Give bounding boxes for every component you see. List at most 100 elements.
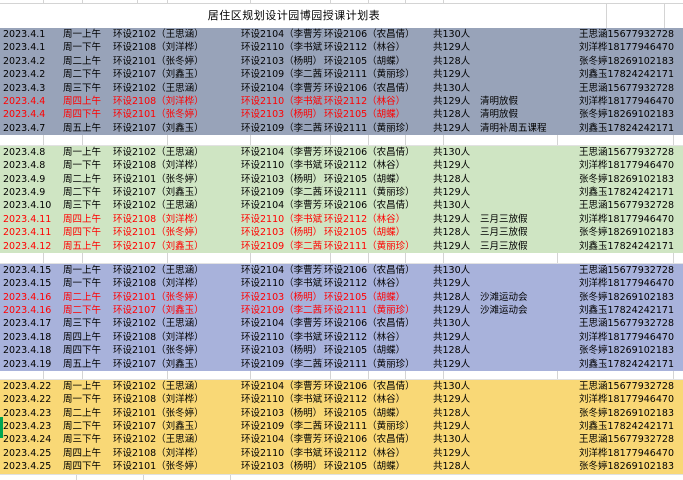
note-cell[interactable]	[479, 159, 578, 172]
day-period-cell[interactable]: 周四下午	[60, 460, 112, 473]
class-group-3-cell[interactable]: 环设2112（林谷）	[323, 159, 432, 172]
date-cell[interactable]: 2023.4.16	[0, 291, 60, 304]
student-count-cell[interactable]: 共129人	[432, 159, 479, 172]
class-group-1-cell[interactable]: 环设2108（刘洋桦）	[112, 213, 240, 226]
class-group-3-cell[interactable]: 环设2112（林谷）	[323, 447, 432, 460]
date-cell[interactable]: 2023.4.19	[0, 358, 60, 371]
class-group-2-cell[interactable]: 环设2110（李书斌）	[240, 159, 323, 172]
date-cell[interactable]: 2023.4.1	[0, 28, 60, 41]
contact-phone-cell[interactable]: 刘洋桦18177946470	[578, 213, 683, 226]
contact-phone-cell[interactable]: 刘鑫玉17824242171	[578, 358, 683, 371]
class-group-1-cell[interactable]: 环设2107（刘鑫玉）	[112, 240, 240, 253]
student-count-cell[interactable]: 共129人	[432, 447, 479, 460]
contact-phone-cell[interactable]: 张冬婷18269102183	[578, 226, 683, 239]
class-group-2-cell[interactable]: 环设2104（李曹芳）	[240, 199, 323, 212]
day-period-cell[interactable]: 周一下午	[60, 277, 112, 290]
date-cell[interactable]: 2023.4.4	[0, 108, 60, 121]
contact-phone-cell[interactable]: 刘洋桦18177946470	[578, 277, 683, 290]
contact-phone-cell[interactable]: 刘鑫玉17824242171	[578, 304, 683, 317]
class-group-1-cell[interactable]: 环设2102（王思涵）	[112, 28, 240, 41]
note-cell[interactable]	[479, 277, 578, 290]
class-group-1-cell[interactable]: 环设2107（刘鑫玉）	[112, 68, 240, 81]
note-cell[interactable]: 三月三放假	[479, 213, 578, 226]
class-group-2-cell[interactable]: 环设2109（李二茜）	[240, 358, 323, 371]
student-count-cell[interactable]: 共129人	[432, 186, 479, 199]
student-count-cell[interactable]: 共130人	[432, 146, 479, 159]
class-group-1-cell[interactable]: 环设2107（刘鑫玉）	[112, 420, 240, 433]
class-group-2-cell[interactable]: 环设2109（李二茜）	[240, 304, 323, 317]
contact-phone-cell[interactable]: 王思涵15677932728	[578, 28, 683, 41]
student-count-cell[interactable]: 共130人	[432, 380, 479, 393]
class-group-1-cell[interactable]: 环设2102（王思涵）	[112, 82, 240, 95]
contact-phone-cell[interactable]: 王思涵15677932728	[578, 317, 683, 330]
contact-phone-cell[interactable]: 刘洋桦18177946470	[578, 447, 683, 460]
contact-phone-cell[interactable]: 张冬婷18269102183	[578, 55, 683, 68]
class-group-3-cell[interactable]: 环设2105（胡蝶）	[323, 108, 432, 121]
note-cell[interactable]	[479, 358, 578, 371]
contact-phone-cell[interactable]: 刘洋桦18177946470	[578, 159, 683, 172]
class-group-1-cell[interactable]: 环设2101（张冬婷）	[112, 291, 240, 304]
note-cell[interactable]: 沙滩运动会	[479, 304, 578, 317]
student-count-cell[interactable]: 共129人	[432, 68, 479, 81]
date-cell[interactable]: 2023.4.18	[0, 331, 60, 344]
class-group-3-cell[interactable]: 环设2105（胡蝶）	[323, 55, 432, 68]
date-cell[interactable]: 2023.4.11	[0, 213, 60, 226]
date-cell[interactable]: 2023.4.25	[0, 460, 60, 473]
note-cell[interactable]	[479, 447, 578, 460]
day-period-cell[interactable]: 周一上午	[60, 264, 112, 277]
note-cell[interactable]: 三月三放假	[479, 226, 578, 239]
date-cell[interactable]: 2023.4.1	[0, 41, 60, 54]
note-cell[interactable]	[479, 41, 578, 54]
class-group-2-cell[interactable]: 环设2103（杨明）	[240, 55, 323, 68]
student-count-cell[interactable]: 共130人	[432, 433, 479, 446]
class-group-3-cell[interactable]: 环设2111（黄丽珍）	[323, 420, 432, 433]
class-group-1-cell[interactable]: 环设2101（张冬婷）	[112, 108, 240, 121]
class-group-3-cell[interactable]: 环设2111（黄丽珍）	[323, 240, 432, 253]
student-count-cell[interactable]: 共130人	[432, 317, 479, 330]
contact-phone-cell[interactable]: 王思涵15677932728	[578, 146, 683, 159]
note-cell[interactable]	[479, 199, 578, 212]
class-group-2-cell[interactable]: 环设2110（李书斌）	[240, 95, 323, 108]
note-cell[interactable]: 三月三放假	[479, 240, 578, 253]
note-cell[interactable]: 清明放假	[479, 108, 578, 121]
note-cell[interactable]	[479, 433, 578, 446]
note-cell[interactable]	[479, 173, 578, 186]
date-cell[interactable]: 2023.4.4	[0, 95, 60, 108]
note-cell[interactable]	[479, 82, 578, 95]
date-cell[interactable]: 2023.4.7	[0, 122, 60, 135]
class-group-3-cell[interactable]: 环设2106（农昌倩）	[323, 199, 432, 212]
class-group-2-cell[interactable]: 环设2103（杨明）	[240, 108, 323, 121]
contact-phone-cell[interactable]: 刘洋桦18177946470	[578, 331, 683, 344]
class-group-2-cell[interactable]: 环设2104（李曹芳）	[240, 264, 323, 277]
class-group-3-cell[interactable]: 环设2106（农昌倩）	[323, 264, 432, 277]
class-group-2-cell[interactable]: 环设2104（李曹芳）	[240, 433, 323, 446]
class-group-1-cell[interactable]: 环设2108（刘洋桦）	[112, 447, 240, 460]
class-group-1-cell[interactable]: 环设2108（刘洋桦）	[112, 393, 240, 406]
class-group-3-cell[interactable]: 环设2112（林谷）	[323, 95, 432, 108]
note-cell[interactable]	[479, 28, 578, 41]
class-group-2-cell[interactable]: 环设2110（李书斌）	[240, 213, 323, 226]
student-count-cell[interactable]: 共129人	[432, 304, 479, 317]
note-cell[interactable]	[479, 146, 578, 159]
contact-phone-cell[interactable]: 王思涵15677932728	[578, 264, 683, 277]
class-group-1-cell[interactable]: 环设2107（刘鑫玉）	[112, 358, 240, 371]
date-cell[interactable]: 2023.4.22	[0, 380, 60, 393]
date-cell[interactable]: 2023.4.23	[0, 407, 60, 420]
day-period-cell[interactable]: 周三下午	[60, 433, 112, 446]
date-cell[interactable]: 2023.4.17	[0, 317, 60, 330]
class-group-1-cell[interactable]: 环设2102（王思涵）	[112, 146, 240, 159]
class-group-2-cell[interactable]: 环设2104（李曹芳）	[240, 317, 323, 330]
date-cell[interactable]: 2023.4.8	[0, 146, 60, 159]
day-period-cell[interactable]: 周二上午	[60, 407, 112, 420]
class-group-1-cell[interactable]: 环设2108（刘洋桦）	[112, 95, 240, 108]
day-period-cell[interactable]: 周五上午	[60, 122, 112, 135]
day-period-cell[interactable]: 周二下午	[60, 68, 112, 81]
class-group-1-cell[interactable]: 环设2101（张冬婷）	[112, 173, 240, 186]
class-group-1-cell[interactable]: 环设2108（刘洋桦）	[112, 41, 240, 54]
contact-phone-cell[interactable]: 张冬婷18269102183	[578, 173, 683, 186]
note-cell[interactable]	[479, 380, 578, 393]
class-group-1-cell[interactable]: 环设2107（刘鑫玉）	[112, 122, 240, 135]
date-cell[interactable]: 2023.4.3	[0, 82, 60, 95]
contact-phone-cell[interactable]: 刘鑫玉17824242171	[578, 122, 683, 135]
class-group-1-cell[interactable]: 环设2102（王思涵）	[112, 433, 240, 446]
